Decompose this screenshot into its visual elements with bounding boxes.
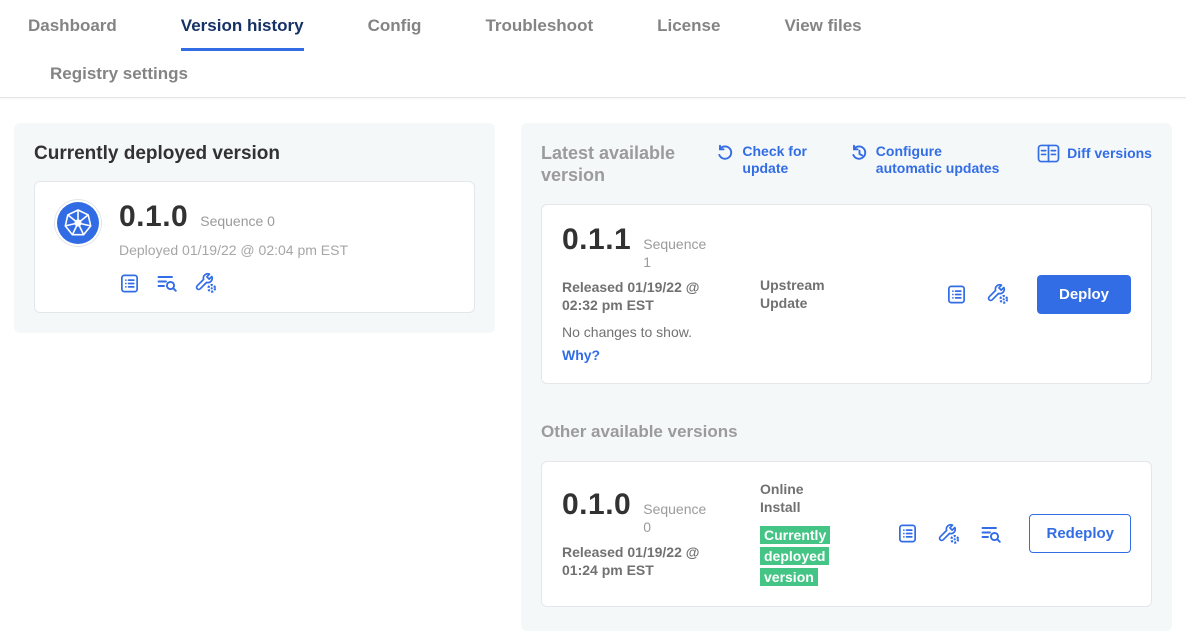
nav-row-2: Registry settings [28, 51, 1186, 97]
available-versions-panel: Latest available version Check for updat… [521, 123, 1172, 631]
check-for-update-label: Check for update [742, 143, 814, 177]
deployed-version-details: 0.1.0 Sequence 0 Deployed 01/19/22 @ 02:… [119, 200, 348, 294]
currently-deployed-badge-wrap: Currently deployed version [760, 525, 836, 588]
diff-columns-icon [1037, 144, 1060, 163]
other-version-info: 0.1.0 Sequence 0 Released 01/19/22 @ 01:… [562, 488, 760, 579]
latest-version-card: 0.1.1 Sequence 1 Released 01/19/22 @ 02:… [541, 204, 1152, 384]
refresh-clock-icon [850, 144, 869, 163]
nav-row-1: Dashboard Version history Config Trouble… [28, 0, 1186, 51]
tab-license[interactable]: License [657, 0, 720, 51]
checklist-icon[interactable] [897, 523, 918, 544]
deployed-version-number: 0.1.0 [119, 200, 188, 233]
other-version-source-block: Online Install Currently deployed versio… [760, 480, 846, 588]
deployed-sequence: Sequence 0 [200, 213, 275, 231]
wrench-gear-icon[interactable] [986, 283, 1010, 305]
tab-troubleshoot[interactable]: Troubleshoot [485, 0, 593, 51]
other-version-card: 0.1.0 Sequence 0 Released 01/19/22 @ 01:… [541, 461, 1152, 607]
tab-dashboard[interactable]: Dashboard [28, 0, 117, 51]
top-navigation: Dashboard Version history Config Trouble… [0, 0, 1186, 98]
kubernetes-icon [55, 200, 101, 246]
currently-deployed-title: Currently deployed version [34, 143, 475, 165]
tab-registry-settings[interactable]: Registry settings [50, 51, 188, 97]
tab-config[interactable]: Config [368, 0, 422, 51]
latest-version-number: 0.1.1 [562, 223, 631, 256]
why-link[interactable]: Why? [562, 347, 600, 363]
other-version-number: 0.1.0 [562, 488, 631, 521]
log-lines-magnifier-icon[interactable] [156, 272, 178, 294]
checklist-icon[interactable] [946, 284, 967, 305]
main-content: Currently deployed version [0, 98, 1186, 631]
latest-version-controls: Deploy [946, 275, 1131, 314]
latest-version-title: Latest available version [541, 143, 681, 186]
no-changes-text: No changes to show. [562, 324, 760, 340]
latest-version-source: Upstream Update [760, 276, 846, 312]
latest-version-sequence: Sequence 1 [643, 236, 705, 271]
currently-deployed-badge: Currently deployed version [760, 526, 830, 586]
wrench-gear-icon[interactable] [937, 523, 961, 545]
latest-version-info: 0.1.1 Sequence 1 Released 01/19/22 @ 02:… [562, 223, 760, 365]
redeploy-button[interactable]: Redeploy [1029, 514, 1131, 553]
currently-deployed-panel: Currently deployed version [14, 123, 495, 333]
other-version-controls: Redeploy [897, 514, 1131, 553]
deployed-version-card: 0.1.0 Sequence 0 Deployed 01/19/22 @ 02:… [34, 181, 475, 313]
refresh-arrow-icon [716, 144, 735, 163]
diff-versions-link[interactable]: Diff versions [1037, 143, 1152, 163]
other-version-released: Released 01/19/22 @ 01:24 pm EST [562, 544, 720, 579]
tab-view-files[interactable]: View files [784, 0, 861, 51]
deployed-date: Deployed 01/19/22 @ 02:04 pm EST [119, 242, 348, 258]
other-versions-title: Other available versions [541, 422, 1152, 442]
deployed-actions [119, 272, 348, 294]
check-for-update-link[interactable]: Check for update [716, 143, 814, 177]
other-version-sequence: Sequence 0 [643, 501, 705, 536]
latest-version-header: Latest available version Check for updat… [541, 143, 1152, 186]
checklist-icon[interactable] [119, 273, 140, 294]
other-version-source: Online Install [760, 480, 846, 516]
diff-versions-label: Diff versions [1067, 143, 1152, 162]
configure-automatic-updates-link[interactable]: Configure automatic updates [850, 143, 1002, 177]
latest-version-released: Released 01/19/22 @ 02:32 pm EST [562, 279, 720, 314]
wrench-gear-icon[interactable] [194, 272, 218, 294]
configure-automatic-updates-label: Configure automatic updates [876, 143, 1002, 177]
deploy-button[interactable]: Deploy [1037, 275, 1131, 314]
log-lines-magnifier-icon[interactable] [980, 523, 1002, 545]
tab-version-history[interactable]: Version history [181, 0, 304, 51]
